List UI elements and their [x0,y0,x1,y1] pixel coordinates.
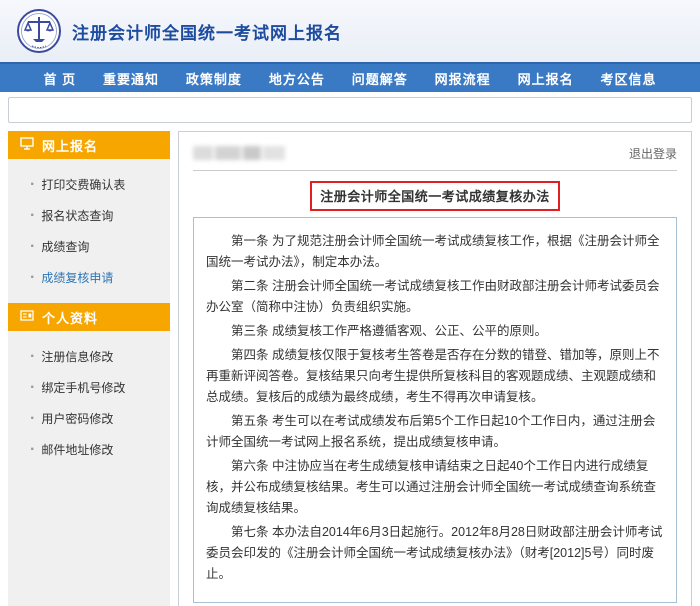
sidebar-item[interactable]: · 打印交费确认表 [8,169,170,200]
sidebar-item-label: 成绩查询 [41,238,89,255]
sidebar-item-label: 报名状态查询 [41,207,113,224]
document-title: 注册会计师全国统一考试成绩复核办法 [320,189,550,204]
bullet-icon: · [30,270,35,286]
annotation-box-title: 注册会计师全国统一考试成绩复核办法 [310,181,560,211]
cpa-logo-icon [16,8,62,54]
sidebar-item-label: 注册信息修改 [41,348,113,365]
document-title-row: 注册会计师全国统一考试成绩复核办法 [193,181,677,211]
bullet-icon: · [30,380,35,396]
sidebar-list-registration: · 打印交费确认表 · 报名状态查询 · 成绩查询 · [8,163,170,303]
sidebar-list-personal: · 注册信息修改 · 绑定手机号修改 · 用户密码修改 · [8,335,170,475]
sidebar-header-online-registration: 网上报名 [8,131,170,159]
paragraph: 第六条 中注协应当在考生成绩复核申请结束之日起40个工作日内进行成绩复核，并公布… [206,456,664,519]
nav-item[interactable]: 政策制度 [186,69,242,88]
divider [193,170,677,171]
paragraph: 第二条 注册会计师全国统一考试成绩复核工作由财政部注册会计师考试委员会办公室（简… [206,276,664,318]
sidebar-item-label: 打印交费确认表 [41,176,125,193]
sidebar-header-personal-info: 个人资料 [8,303,170,331]
paragraph: 第四条 成绩复核仅限于复核考生答卷是否存在分数的错登、错加等，原则上不再重新评阅… [206,345,664,408]
sidebar-item-label: 成绩复核申请 [41,269,113,286]
nav-item[interactable]: 问题解答 [352,69,408,88]
sidebar: 网上报名 · 打印交费确认表 · 报名状态查询 · [8,131,170,606]
nav-item[interactable]: 网报流程 [435,69,491,88]
nav-item[interactable]: 重要通知 [103,69,159,88]
sidebar-item[interactable]: · 用户密码修改 [8,403,170,434]
bullet-icon: · [30,177,35,193]
monitor-icon [20,137,34,153]
id-card-icon [20,309,34,325]
sidebar-item[interactable]: · 邮件地址修改 [8,434,170,465]
sidebar-item-label: 邮件地址修改 [41,441,113,458]
document-body: 第一条 为了规范注册会计师全国统一考试成绩复核工作，根据《注册会计师全国统一考试… [193,217,677,603]
bullet-icon: · [30,349,35,365]
content-panel: 退出登录 注册会计师全国统一考试成绩复核办法 第一条 为了规范注册会计师全国统一… [178,131,692,606]
paragraph: 第七条 本办法自2014年6月3日起施行。2012年8月28日财政部注册会计师考… [206,522,664,585]
sidebar-item[interactable]: · 成绩复核申请 [8,262,170,293]
sidebar-item[interactable]: · 成绩查询 [8,231,170,262]
nav-item[interactable]: 首 页 [43,69,76,88]
sidebar-header-label: 个人资料 [42,308,98,327]
content-top-bar: 退出登录 [193,144,677,162]
sidebar-item[interactable]: · 报名状态查询 [8,200,170,231]
nav-item[interactable]: 网上报名 [518,69,574,88]
site-title: 注册会计师全国统一考试网上报名 [72,19,342,44]
sidebar-header-label: 网上报名 [42,136,98,155]
main-area: 网上报名 · 打印交费确认表 · 报名状态查询 · [0,131,700,606]
sidebar-item-label: 用户密码修改 [41,410,113,427]
sidebar-item[interactable]: · 注册信息修改 [8,341,170,372]
site-header: 注册会计师全国统一考试网上报名 [0,0,700,62]
paragraph: 第五条 考生可以在考试成绩发布后第5个工作日起10个工作日内，通过注册会计师全国… [206,411,664,453]
bullet-icon: · [30,208,35,224]
nav-item[interactable]: 地方公告 [269,69,325,88]
paragraph: 第一条 为了规范注册会计师全国统一考试成绩复核工作，根据《注册会计师全国统一考试… [206,231,664,273]
bullet-icon: · [30,411,35,427]
bullet-icon: · [30,442,35,458]
page: 注册会计师全国统一考试网上报名 首 页 重要通知 政策制度 地方公告 问题解答 … [0,0,700,606]
top-navigation: 首 页 重要通知 政策制度 地方公告 问题解答 网报流程 网上报名 考区信息 [0,62,700,92]
user-name-redacted [193,146,285,160]
bullet-icon: · [30,239,35,255]
breadcrumb-bar [8,97,692,123]
logout-link[interactable]: 退出登录 [629,145,677,162]
paragraph: 第三条 成绩复核工作严格遵循客观、公正、公平的原则。 [206,321,664,342]
nav-item[interactable]: 考区信息 [601,69,657,88]
sidebar-item-label: 绑定手机号修改 [41,379,125,396]
sidebar-item[interactable]: · 绑定手机号修改 [8,372,170,403]
